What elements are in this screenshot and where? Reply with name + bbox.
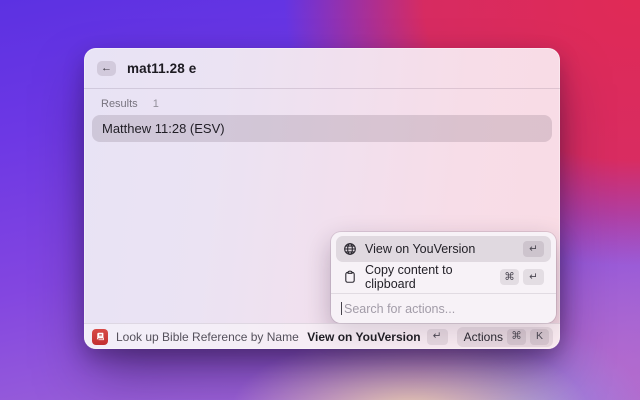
return-key-icon: ↵ xyxy=(426,328,448,345)
results-label: Results xyxy=(101,98,138,110)
desktop-background: ← mat11.28 e Results 1 Matthew 11:28 (ESV… xyxy=(0,0,640,400)
action-label: Copy content to clipboard xyxy=(365,263,453,291)
result-row[interactable]: Matthew 11:28 (ESV) xyxy=(92,115,552,142)
results-section-header: Results 1 xyxy=(84,89,560,115)
actions-button-label: Actions xyxy=(463,329,503,344)
bible-app-icon xyxy=(92,328,108,345)
search-input[interactable]: mat11.28 e xyxy=(127,61,196,76)
command-title: Look up Bible Reference by Name xyxy=(116,329,299,344)
actions-search-placeholder: Search for actions... xyxy=(344,301,456,316)
actions-button[interactable]: Actions ⌘ K xyxy=(456,326,553,347)
back-button[interactable]: ← xyxy=(97,60,116,76)
actions-popover: View on YouVersion ↵ Copy content to cli… xyxy=(331,232,556,323)
return-key-icon: ↵ xyxy=(523,269,544,285)
arrow-left-icon: ← xyxy=(101,61,112,74)
actions-search-input[interactable]: Search for actions... xyxy=(331,294,556,323)
return-key-icon: ↵ xyxy=(523,241,544,257)
clipboard-icon xyxy=(345,270,355,283)
launcher-window: ← mat11.28 e Results 1 Matthew 11:28 (ESV… xyxy=(84,48,560,349)
k-key-icon: K xyxy=(530,328,549,345)
status-bar: Look up Bible Reference by Name View on … xyxy=(84,323,560,349)
command-key-icon: ⌘ xyxy=(507,328,526,345)
command-key-icon: ⌘ xyxy=(500,269,519,285)
result-title: Matthew 11:28 (ESV) xyxy=(102,121,225,136)
primary-action-button[interactable]: View on YouVersion xyxy=(307,330,420,344)
results-count: 1 xyxy=(152,98,159,110)
action-item-view-on-youversion[interactable]: View on YouVersion ↵ xyxy=(336,236,551,262)
action-item-copy-content[interactable]: Copy content to clipboard ⌘ ↵ xyxy=(336,263,551,291)
action-label: View on YouVersion xyxy=(365,242,476,256)
search-bar: ← mat11.28 e xyxy=(84,48,560,89)
text-caret xyxy=(341,302,342,315)
globe-icon xyxy=(344,243,356,255)
